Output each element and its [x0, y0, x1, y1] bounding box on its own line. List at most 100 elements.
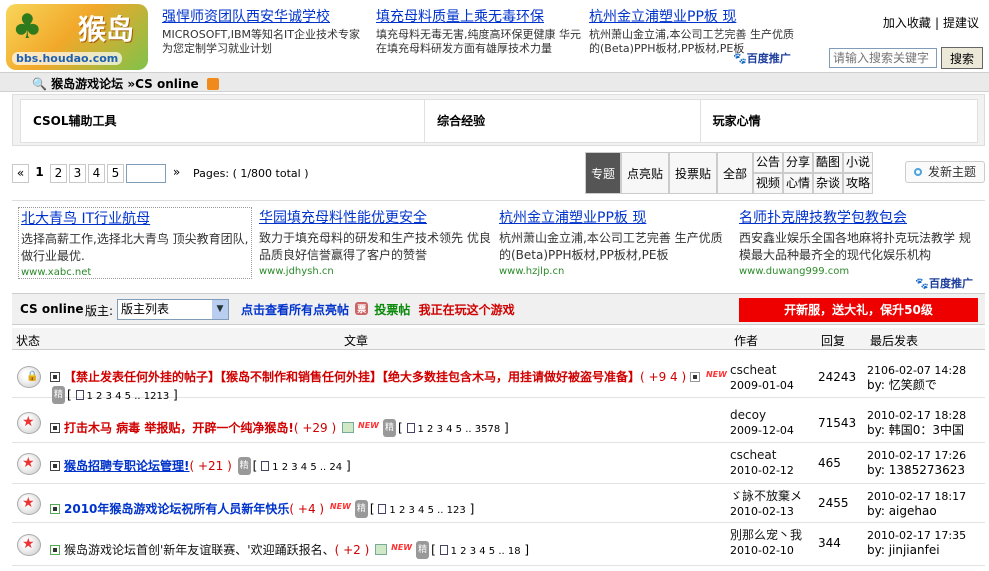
type-video[interactable]: 视频: [753, 173, 784, 194]
ad-title[interactable]: 华园填充母料性能优更安全: [259, 210, 427, 226]
search-input[interactable]: [829, 48, 937, 68]
site-logo[interactable]: ♣ 猴岛 bbs.houdao.com: [6, 4, 148, 70]
type-vote[interactable]: 投票贴: [669, 152, 718, 194]
thread-date: 2010-02-10: [730, 544, 794, 557]
subforum-experience[interactable]: 综合经验: [425, 100, 701, 142]
type-mood[interactable]: 心情: [783, 173, 814, 194]
thread-pages[interactable]: 1 2 3 4 5 .. 24: [261, 461, 342, 473]
header-ad-title[interactable]: 杭州金立浦塑业PP板 现: [589, 6, 799, 26]
thread-author[interactable]: 別那么宠丶我: [730, 528, 802, 542]
header: ♣ 猴岛 bbs.houdao.com 强悍师资团队西安华诚学校 MICROSO…: [0, 0, 989, 72]
thread-title[interactable]: 猴岛游戏论坛首创'新年友谊联赛、'欢迎踊跃报名、: [64, 543, 335, 557]
thread-status-icon: ★: [17, 493, 45, 515]
type-chat[interactable]: 杂谈: [813, 173, 844, 194]
last-post-date[interactable]: 2010-02-17 17:26: [867, 449, 966, 462]
thread-author[interactable]: decoy: [730, 408, 766, 422]
thread-score: ( +21 ): [189, 459, 232, 473]
search-button[interactable]: 搜索: [941, 47, 983, 69]
last-post-by[interactable]: by: 1385273623: [867, 463, 965, 477]
last-post-by[interactable]: by: 韩国0：3中国: [867, 423, 964, 437]
header-ad-desc: MICROSOFT,IBM等知名IT企业技术专家 为您定制学习就业计划: [162, 28, 360, 55]
thread-date: 2009-01-04: [730, 379, 794, 392]
type-notice[interactable]: 公告: [753, 152, 784, 173]
thread-pages[interactable]: 1 2 3 4 5 .. 18: [439, 545, 521, 557]
last-post-date[interactable]: 2106-02-07 14:28: [867, 364, 966, 377]
last-post-by[interactable]: by: 忆笑颜で: [867, 378, 937, 392]
logo-text: 猴岛: [78, 13, 135, 46]
pager-page[interactable]: 3: [69, 164, 86, 183]
thread-author[interactable]: ゞ詠不放棄メ: [730, 489, 802, 503]
header-ad-title[interactable]: 强悍师资团队西安华诚学校: [162, 6, 372, 26]
moderator-select[interactable]: 版主列表 ▼: [117, 299, 229, 320]
pager-page[interactable]: 4: [88, 164, 105, 183]
type-share[interactable]: 分享: [783, 152, 814, 173]
header-ad-1[interactable]: 强悍师资团队西安华诚学校 MICROSOFT,IBM等知名IT企业技术专家 为您…: [162, 6, 372, 56]
baidu-promo-label[interactable]: 🐾百度推广: [733, 50, 791, 66]
pager-last[interactable]: »: [168, 164, 185, 183]
type-highlight[interactable]: 点亮贴: [621, 152, 670, 194]
ad-item-1[interactable]: 北大青鸟 IT行业航母 选择高薪工作,选择北大青鸟 顶尖教育团队,做行业最优. …: [18, 207, 252, 279]
table-row[interactable]: 🔒 【禁止发表任何外挂的帖子】【猴岛不制作和销售任何外挂】【绝大多数挂包含木马，…: [12, 351, 985, 404]
forum-name: CS online: [20, 302, 84, 316]
pager-page[interactable]: 2: [50, 164, 67, 183]
thread-replies: 465: [818, 456, 841, 470]
table-row[interactable]: ★ 2010年猴岛游戏论坛祝所有人员新年快乐( +4 ) NEW 精[ 1 2 3…: [12, 485, 985, 523]
col-replies: 回复: [821, 334, 846, 348]
thread-title[interactable]: 打击木马 病毒 举报贴，开辟一个纯净猴岛!: [64, 421, 294, 435]
ad-item-4[interactable]: 名师扑克牌技教学包教包会 西安鑫业娱乐全国各地麻将扑克玩法教学 规模最大品种最齐…: [739, 207, 973, 277]
header-ad-2[interactable]: 填充母料质量上乘无毒环保 填充母料无毒无害,纯度高环保更健康 华元在填充母料研发…: [376, 6, 586, 56]
thread-pages[interactable]: 1 2 3 4 5 .. 3578: [406, 423, 500, 435]
subforum-csol-tools[interactable]: CSOL辅助工具: [21, 100, 426, 142]
type-guide[interactable]: 攻略: [843, 173, 874, 194]
pager-page[interactable]: 5: [107, 164, 124, 183]
ad-title[interactable]: 杭州金立浦塑业PP板 现: [499, 210, 646, 226]
add-favorite-link[interactable]: 加入收藏: [883, 16, 931, 30]
type-cool-pic[interactable]: 酷图: [813, 152, 844, 173]
highlight-posts-link[interactable]: 点击查看所有点亮帖: [241, 303, 349, 317]
thread-author[interactable]: cscheat: [730, 448, 777, 462]
table-row[interactable]: ★ 猴岛游戏论坛首创'新年友谊联赛、'欢迎踊跃报名、( +2 ) NEW 精[ 1…: [12, 524, 985, 566]
subforum-player-mood[interactable]: 玩家心情: [701, 100, 977, 142]
table-row[interactable]: ★ 打击木马 病毒 举报贴，开辟一个纯净猴岛!( +29 ) NEW 精[ 1 2…: [12, 399, 985, 443]
ad-title[interactable]: 名师扑克牌技教学包教包会: [739, 210, 907, 226]
page-jump-input[interactable]: [126, 164, 166, 183]
thread-title[interactable]: 2010年猴岛游戏论坛祝所有人员新年快乐: [64, 502, 289, 516]
header-ad-desc: 填充母料无毒无害,纯度高环保更健康 华元在填充母料研发方面有雄厚技术力量: [376, 28, 581, 55]
thread-pages[interactable]: 1 2 3 4 5 .. 123: [378, 504, 466, 516]
header-ad-3[interactable]: 杭州金立浦塑业PP板 现 杭州萧山金立浦,本公司工艺完善 生产优质的(Beta)…: [589, 6, 799, 56]
type-topic[interactable]: 专题: [585, 152, 622, 194]
thread-author[interactable]: cscheat: [730, 363, 777, 377]
promo-banner[interactable]: 开新服，送大礼，保升50级: [739, 298, 978, 322]
last-post-date[interactable]: 2010-02-17 18:17: [867, 490, 966, 503]
topic-icon: [50, 545, 60, 555]
breadcrumb: 🔍 猴岛游戏论坛 »CS online: [0, 72, 989, 92]
image-icon: [375, 544, 388, 555]
last-post-date[interactable]: 2010-02-17 17:35: [867, 529, 966, 542]
new-icon: NEW: [329, 502, 351, 511]
type-all[interactable]: 全部: [717, 152, 754, 194]
playing-game-link[interactable]: 我正在玩这个游戏: [419, 303, 515, 317]
thread-title[interactable]: 【禁止发表任何外挂的帖子】【猴岛不制作和销售任何外挂】【绝大多数挂包含木马，用挂…: [64, 370, 640, 384]
table-row[interactable]: ★ 猴岛招聘专职论坛管理!( +21 ) 精[ 1 2 3 4 5 .. 24 …: [12, 444, 985, 484]
suggest-link[interactable]: 提建议: [943, 16, 979, 30]
last-post-by[interactable]: by: aigehao: [867, 504, 937, 518]
pager-first[interactable]: «: [12, 164, 29, 183]
vote-posts-link[interactable]: 投票帖: [374, 303, 410, 317]
breadcrumb-forum-link[interactable]: 猴岛游戏论坛: [51, 77, 123, 91]
thread-title[interactable]: 猴岛招聘专职论坛管理!: [64, 459, 189, 473]
ad-item-2[interactable]: 华园填充母料性能优更安全 致力于填充母料的研发和生产技术领先 优良品质良好信誉赢…: [259, 207, 493, 277]
ad-item-3[interactable]: 杭州金立浦塑业PP板 现 杭州萧山金立浦,本公司工艺完善 生产优质的(Beta)…: [499, 207, 733, 277]
new-thread-button[interactable]: 发新主题: [905, 161, 985, 183]
ad-title[interactable]: 北大青鸟 IT行业航母: [21, 211, 150, 227]
attachment-icon: [689, 372, 700, 382]
baidu-promo-label[interactable]: 🐾百度推广: [915, 275, 973, 291]
type-novel[interactable]: 小说: [843, 152, 874, 173]
rss-icon[interactable]: [206, 78, 219, 90]
header-ad-title[interactable]: 填充母料质量上乘无毒环保: [376, 6, 586, 26]
last-post-date[interactable]: 2010-02-17 18:28: [867, 409, 966, 422]
thread-status-icon: 🔒: [17, 366, 45, 388]
thread-score: ( +29 ): [293, 421, 337, 435]
last-post-by[interactable]: by: jinjianfei: [867, 543, 940, 557]
col-last-post: 最后发表: [870, 334, 919, 348]
paw-icon: 🐾: [915, 277, 929, 290]
